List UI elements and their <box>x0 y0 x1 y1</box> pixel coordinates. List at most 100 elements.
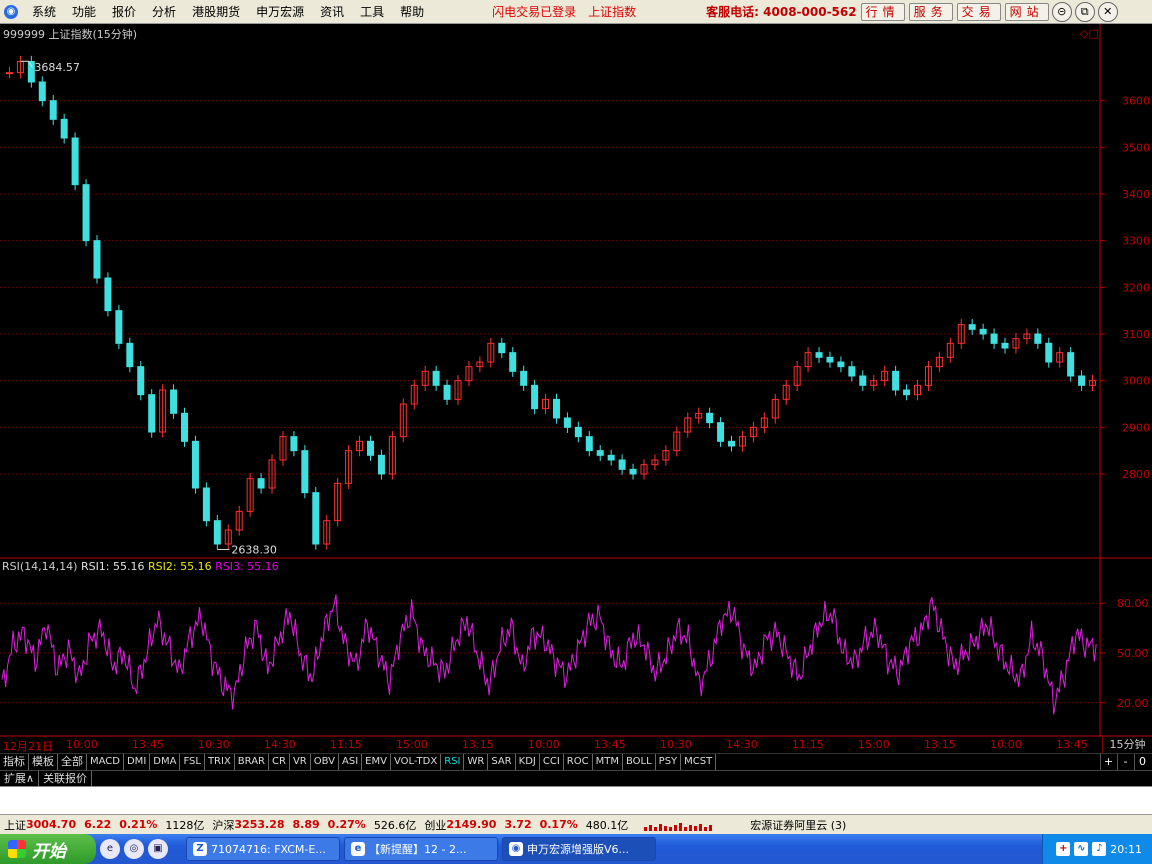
candle-body <box>1034 333 1042 344</box>
cy-value: 2149.90 <box>446 818 497 831</box>
candle-body <box>366 440 374 456</box>
hs-label[interactable]: 沪深 <box>212 817 234 833</box>
menu-item-swhy[interactable]: 申万宏源 <box>248 3 312 20</box>
time-axis-label: 15:00 <box>858 738 890 751</box>
service-button[interactable]: 服务 <box>908 2 953 21</box>
tab-vol-tdx[interactable]: VOL-TDX <box>391 754 442 770</box>
sh-pct: 0.21% <box>119 818 158 831</box>
tab-roc[interactable]: ROC <box>564 754 593 770</box>
tab-dma[interactable]: DMA <box>150 754 181 770</box>
candle-body <box>377 454 385 475</box>
candle-body <box>93 240 101 279</box>
market-button[interactable]: 行情 <box>860 2 905 21</box>
cy-label[interactable]: 创业 <box>424 817 446 833</box>
tab-template[interactable]: 模板 <box>29 754 58 770</box>
ie-icon[interactable]: e <box>100 839 120 859</box>
start-button[interactable]: 开始 <box>0 834 96 864</box>
tab-remove-button[interactable]: - <box>1117 754 1133 770</box>
tab-macd[interactable]: MACD <box>87 754 124 770</box>
tab-add-button[interactable]: + <box>1100 754 1116 770</box>
task-reminder-label: 【新提醒】12 - 2... <box>369 843 467 856</box>
tab-cci[interactable]: CCI <box>540 754 564 770</box>
candle-body <box>859 375 867 386</box>
candle-body <box>181 412 189 442</box>
tab-kdj[interactable]: KDJ <box>516 754 540 770</box>
close-icon[interactable]: ✕ <box>1097 1 1118 22</box>
menu-item-hk-futures[interactable]: 港股期货 <box>184 3 248 20</box>
task-swhy[interactable]: ◉ 申万宏源增强版V6... <box>502 837 656 861</box>
website-button[interactable]: 网站 <box>1004 2 1049 21</box>
tab-related-quotes[interactable]: 关联报价 <box>39 771 93 786</box>
rsi-tick-label: 80.00 <box>1117 597 1149 610</box>
candle-body <box>49 100 57 120</box>
chart-area[interactable]: 2800 2900 3000 3100 3200 3300 3400 3500 3600 368… <box>0 24 1152 737</box>
sh-label[interactable]: 上证 <box>4 817 26 833</box>
task-fxcm-label: 71074716: FXCM-E... <box>211 842 326 856</box>
hs-value: 3253.28 <box>234 818 285 831</box>
period-selector[interactable]: 15分钟 <box>1102 737 1152 753</box>
menu-item-function[interactable]: 功能 <box>64 3 104 20</box>
trade-button[interactable]: 交易 <box>956 2 1001 21</box>
tab-rsi[interactable]: RSI <box>441 754 465 770</box>
time-axis-label: 13:45 <box>594 738 626 751</box>
tab-dmi[interactable]: DMI <box>124 754 151 770</box>
tab-vr[interactable]: VR <box>290 754 311 770</box>
tab-reset-button[interactable]: 0 <box>1134 754 1150 770</box>
tab-emv[interactable]: EMV <box>362 754 391 770</box>
app-shortcut-icon[interactable]: ▣ <box>148 839 168 859</box>
candle-body <box>1078 375 1086 386</box>
server-name[interactable]: 宏源证券阿里云 (3) <box>750 817 846 833</box>
tab-expand[interactable]: 扩展∧ <box>0 771 40 786</box>
task-fxcm[interactable]: Z 71074716: FXCM-E... <box>186 837 340 861</box>
tab-wr[interactable]: WR <box>464 754 489 770</box>
menu-item-analysis[interactable]: 分析 <box>144 3 184 20</box>
price-candles[interactable] <box>5 55 1097 550</box>
rsi-panel[interactable] <box>1 594 1097 715</box>
chrome-icon[interactable]: ◎ <box>124 839 144 859</box>
tray-app-icon[interactable]: + <box>1056 842 1071 856</box>
tab-boll[interactable]: BOLL <box>623 754 656 770</box>
candle-body <box>618 459 626 470</box>
tab-obv[interactable]: OBV <box>311 754 339 770</box>
current-security: 上证指数 <box>588 5 637 19</box>
restore-icon[interactable]: ⊝ <box>1051 1 1072 22</box>
rsi-axis: 20.00 50.00 80.00 <box>1100 597 1149 710</box>
tab-cr[interactable]: CR <box>269 754 290 770</box>
menu-item-info[interactable]: 资讯 <box>312 3 352 20</box>
candle-body <box>728 440 736 447</box>
tray-network-icon[interactable]: ∿ <box>1074 842 1089 856</box>
maximize-icon[interactable]: ⧉ <box>1074 1 1095 22</box>
tab-asi[interactable]: ASI <box>339 754 363 770</box>
time-axis-label: 14:30 <box>264 738 296 751</box>
tab-indicator[interactable]: 指标 <box>0 754 29 770</box>
rsi1-label: RSI1: <box>80 560 110 573</box>
tray-volume-icon[interactable]: ♪ <box>1092 842 1107 856</box>
sh-value: 3004.70 <box>26 818 77 831</box>
candle-body <box>71 137 79 186</box>
tab-mcst[interactable]: MCST <box>681 754 717 770</box>
task-reminder[interactable]: e 【新提醒】12 - 2... <box>344 837 498 861</box>
rsi2-label: RSI2: <box>148 560 177 573</box>
menu-item-system[interactable]: 系统 <box>24 3 64 20</box>
menu-item-quote[interactable]: 报价 <box>104 3 144 20</box>
tab-all[interactable]: 全部 <box>58 754 87 770</box>
time-axis-label: 10:30 <box>198 738 230 751</box>
tab-mtm[interactable]: MTM <box>593 754 623 770</box>
price-tick-label: 2900 <box>1122 421 1150 434</box>
candle-body <box>104 277 112 312</box>
time-axis-label: 14:30 <box>726 738 758 751</box>
task-swhy-icon: ◉ <box>509 842 523 856</box>
menu-item-tools[interactable]: 工具 <box>352 3 392 20</box>
candle-body <box>1067 352 1075 377</box>
candle-body <box>607 454 615 461</box>
candle-body <box>520 370 528 386</box>
tab-fsl[interactable]: FSL <box>180 754 205 770</box>
tab-trix[interactable]: TRIX <box>205 754 235 770</box>
time-axis-label: 15:00 <box>396 738 428 751</box>
menu-item-help[interactable]: 帮助 <box>392 3 432 20</box>
tab-psy[interactable]: PSY <box>656 754 682 770</box>
app-logo-icon: ◉ <box>4 4 18 19</box>
tab-sar[interactable]: SAR <box>488 754 516 770</box>
tab-brar[interactable]: BRAR <box>235 754 269 770</box>
candle-body <box>629 468 637 475</box>
